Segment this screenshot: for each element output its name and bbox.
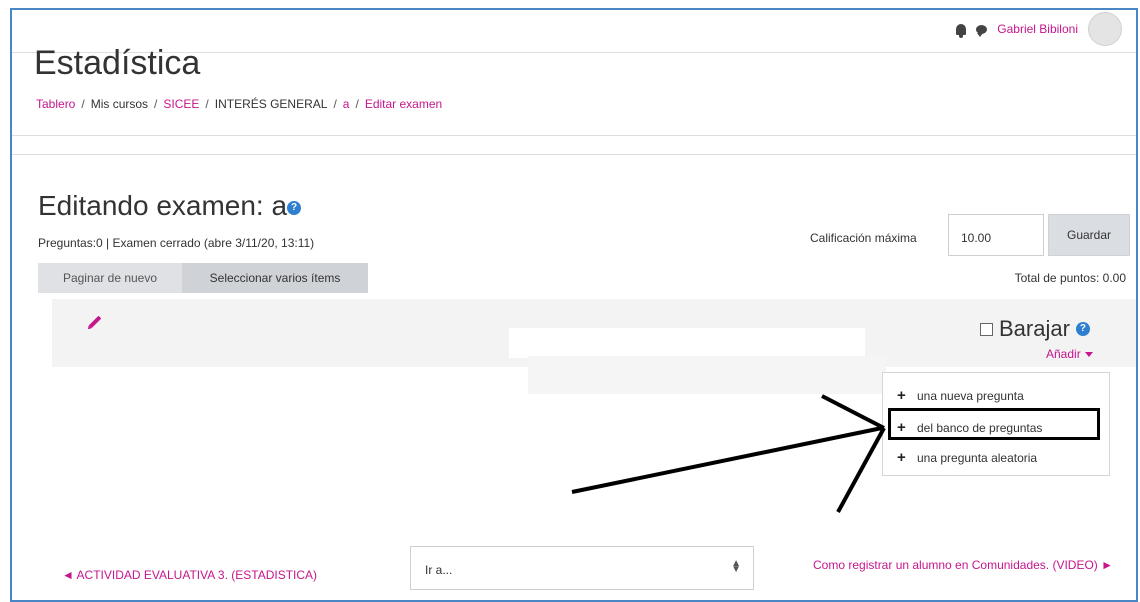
jump-select-value: Ir a... — [425, 563, 453, 577]
browser-frame: Gabriel Bibiloni Estadística Tablero / Mis… — [10, 8, 1138, 602]
annotation-arrow-line — [836, 427, 886, 513]
annotation-arrow-line — [821, 394, 885, 430]
jump-to-select[interactable]: Ir a... ▲ ▼ — [410, 546, 754, 590]
annotation-arrow-line — [571, 426, 883, 494]
next-activity-link[interactable]: Como registrar un alumno en Comunidades.… — [792, 556, 1134, 574]
previous-activity-link[interactable]: ◄ ACTIVIDAD EVALUATIVA 3. (ESTADISTICA) — [62, 568, 317, 582]
select-arrows-icon: ▲ ▼ — [731, 558, 741, 575]
annotation-arrows — [571, 394, 886, 513]
